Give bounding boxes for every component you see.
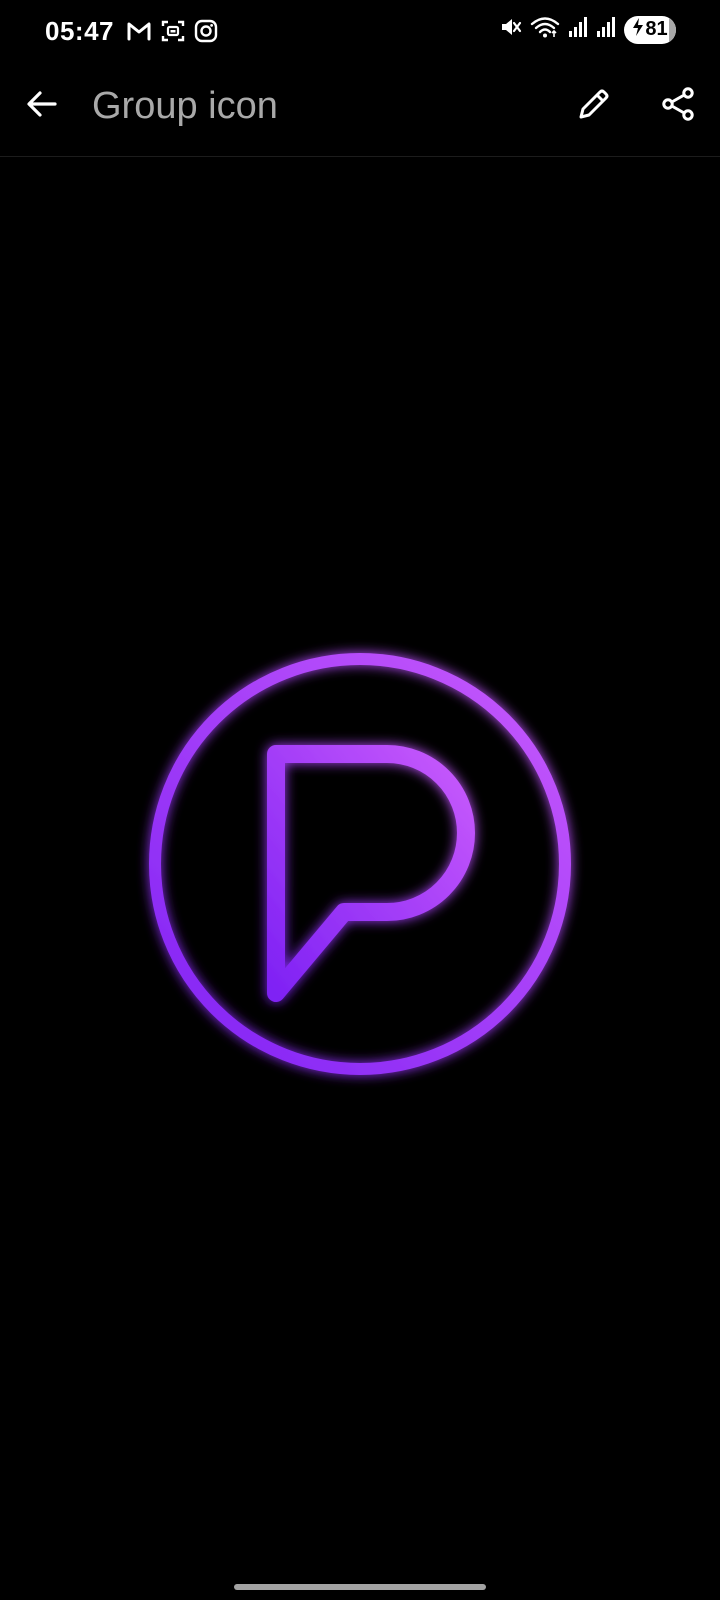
battery-indicator: 81 — [624, 15, 676, 44]
mute-icon — [500, 15, 522, 44]
image-viewer[interactable] — [0, 157, 720, 1557]
share-icon — [660, 86, 696, 127]
gesture-handle[interactable] — [234, 1584, 486, 1590]
app-bar: Group icon — [0, 64, 720, 157]
charging-bolt-icon — [632, 17, 644, 42]
pencil-icon — [576, 86, 612, 127]
logo-p-bubble — [267, 745, 475, 1002]
arrow-back-icon — [25, 87, 59, 126]
system-status-icons: 81 — [500, 15, 676, 44]
wifi-icon — [530, 15, 560, 44]
signal-icon — [568, 16, 588, 43]
notification-icons — [126, 19, 218, 48]
screenshot-icon — [161, 19, 185, 48]
instagram-icon — [194, 19, 218, 48]
signal-icon — [596, 16, 616, 43]
logo-ring — [149, 653, 571, 1075]
page-title: Group icon — [92, 85, 278, 127]
edit-button[interactable] — [570, 82, 618, 130]
gmail-icon — [126, 20, 152, 47]
group-icon-image — [149, 653, 571, 1075]
back-button[interactable] — [18, 82, 66, 130]
battery-level: 81 — [645, 18, 668, 40]
status-time: 05:47 — [45, 16, 114, 46]
status-bar: 05:47 81 — [0, 0, 720, 64]
share-button[interactable] — [654, 82, 702, 130]
